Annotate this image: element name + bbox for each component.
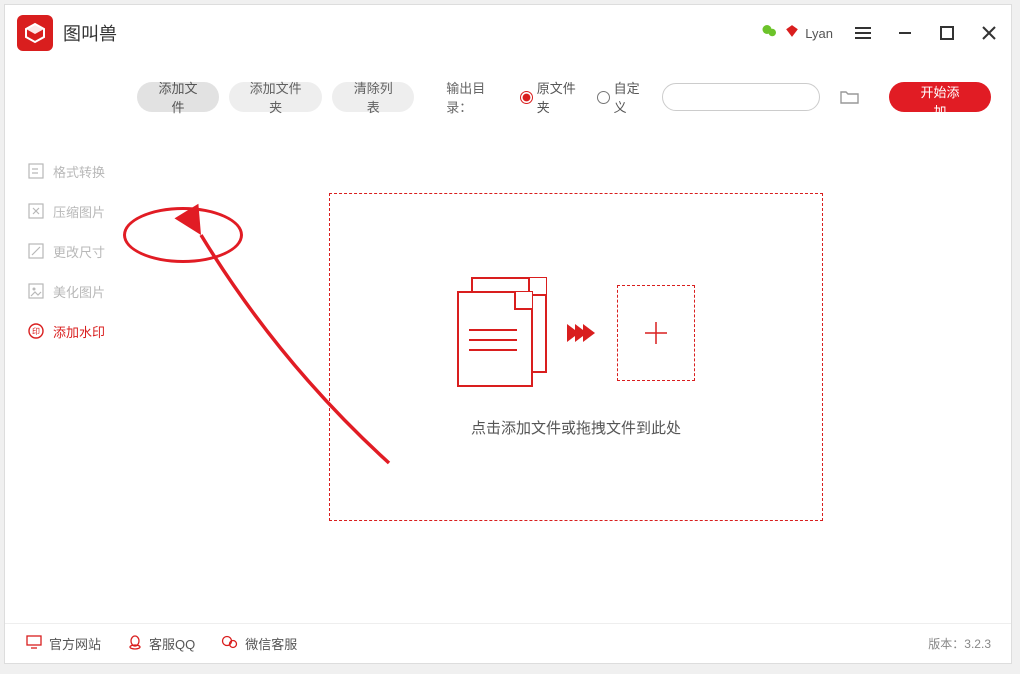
sidebar-item-watermark[interactable]: 印 添加水印 [5, 311, 129, 351]
add-folder-button[interactable]: 添加文件夹 [229, 82, 322, 112]
annotation-highlight-circle [123, 207, 243, 263]
dropzone[interactable]: 点击添加文件或拖拽文件到此处 [329, 193, 823, 521]
close-button[interactable] [979, 23, 999, 43]
sidebar-item-label: 更改尺寸 [53, 242, 105, 261]
minimize-button[interactable] [895, 23, 915, 43]
sidebar-item-label: 添加水印 [53, 322, 105, 341]
sidebar-item-label: 压缩图片 [53, 202, 105, 221]
sidebar-item-compress[interactable]: 压缩图片 [5, 191, 129, 231]
sidebar-item-beautify[interactable]: 美化图片 [5, 271, 129, 311]
toolbar: 添加文件 添加文件夹 清除列表 输出目录： 原文件夹 自定义 开始添加 [129, 61, 991, 133]
sidebar-item-resize[interactable]: 更改尺寸 [5, 231, 129, 271]
sidebar-item-label: 格式转换 [53, 162, 105, 181]
wechat-service-icon [221, 634, 239, 653]
app-title: 图叫兽 [63, 20, 761, 46]
browse-folder-button[interactable] [838, 84, 861, 110]
version-label: 版本：3.2.3 [928, 635, 991, 652]
wechat-icon [761, 22, 779, 45]
convert-icon [27, 162, 45, 180]
sidebar-item-label: 美化图片 [53, 282, 105, 301]
dropzone-graphic [457, 277, 695, 389]
sidebar: 格式转换 压缩图片 更改尺寸 美化图片 印 添加水印 [5, 61, 129, 623]
user-name: Lyan [805, 26, 833, 41]
user-area[interactable]: Lyan [761, 22, 833, 45]
resize-icon [27, 242, 45, 260]
main-panel: 添加文件 添加文件夹 清除列表 输出目录： 原文件夹 自定义 开始添加 [129, 61, 1011, 623]
menu-button[interactable] [853, 23, 873, 43]
diamond-icon [785, 24, 799, 43]
monitor-icon [25, 634, 43, 653]
radio-original-folder[interactable]: 原文件夹 [520, 78, 581, 116]
dropzone-hint: 点击添加文件或拖拽文件到此处 [471, 417, 681, 438]
folder-icon [839, 88, 861, 106]
beautify-icon [27, 282, 45, 300]
footer: 官方网站 客服QQ 微信客服 版本：3.2.3 [5, 623, 1011, 663]
document-stack-icon [457, 277, 549, 389]
clear-list-button[interactable]: 清除列表 [332, 82, 414, 112]
footer-qq[interactable]: 客服QQ [127, 634, 195, 653]
compress-icon [27, 202, 45, 220]
app-logo [17, 15, 53, 51]
svg-text:印: 印 [32, 327, 40, 336]
watermark-icon: 印 [27, 322, 45, 340]
output-dir-label: 输出目录： [446, 78, 503, 116]
arrows-icon [571, 324, 595, 342]
footer-wechat[interactable]: 微信客服 [221, 634, 297, 653]
titlebar: 图叫兽 Lyan [5, 5, 1011, 61]
radio-custom-folder[interactable]: 自定义 [597, 78, 646, 116]
maximize-button[interactable] [937, 23, 957, 43]
footer-website[interactable]: 官方网站 [25, 634, 101, 653]
start-add-button[interactable]: 开始添加 [889, 82, 991, 112]
add-file-button[interactable]: 添加文件 [137, 82, 219, 112]
qq-icon [127, 634, 143, 653]
output-path-input[interactable] [662, 83, 820, 111]
sidebar-item-format[interactable]: 格式转换 [5, 151, 129, 191]
add-box-icon [617, 285, 695, 381]
